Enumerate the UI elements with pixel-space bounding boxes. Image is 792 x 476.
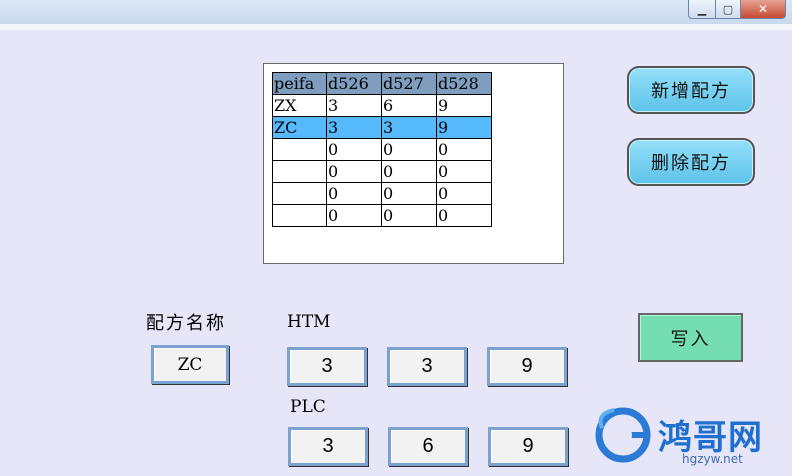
table-cell[interactable] xyxy=(272,138,327,161)
table-row[interactable]: 000 xyxy=(272,138,492,161)
plc-label: PLC xyxy=(290,397,326,417)
minimize-icon: ▁ xyxy=(697,2,707,16)
table-cell[interactable]: ZC xyxy=(272,116,327,139)
recipe-table-panel: peifa d526 d527 d528 ZX 3 6 9 ZC 3 3 9 0 0 0 0 0 0 0 0 0… xyxy=(263,63,564,264)
watermark: 鸿哥网 hgzyw.net xyxy=(594,404,784,474)
minimize-button[interactable]: ▁ xyxy=(688,0,716,19)
table-cell[interactable]: 0 xyxy=(436,182,492,205)
table-cell[interactable]: 0 xyxy=(326,204,382,227)
htm-label: HTM xyxy=(287,312,331,332)
column-header[interactable]: d526 xyxy=(326,72,382,95)
table-cell[interactable]: 0 xyxy=(381,138,437,161)
watermark-url: hgzyw.net xyxy=(682,452,743,466)
recipe-table[interactable]: peifa d526 d527 d528 ZX 3 6 9 ZC 3 3 9 0 0 0 0 0 0 0 0 0… xyxy=(272,72,492,227)
table-cell[interactable]: 0 xyxy=(326,182,382,205)
recipe-name-field[interactable]: ZC xyxy=(151,345,229,384)
htm-d527-field[interactable]: 3 xyxy=(387,347,467,386)
htm-d526-field[interactable]: 3 xyxy=(287,347,367,386)
delete-recipe-button[interactable]: 删除配方 xyxy=(627,138,755,186)
table-cell[interactable]: 0 xyxy=(436,160,492,183)
htm-d528-field[interactable]: 9 xyxy=(487,347,567,386)
plc-d526-field: 3 xyxy=(288,427,368,466)
close-icon: ✕ xyxy=(757,2,769,16)
table-row[interactable]: 000 xyxy=(272,204,492,227)
table-cell[interactable]: 9 xyxy=(436,116,492,139)
column-header[interactable]: d527 xyxy=(381,72,437,95)
table-row[interactable]: 000 xyxy=(272,160,492,183)
table-row[interactable]: 000 xyxy=(272,182,492,205)
table-cell[interactable]: 0 xyxy=(326,138,382,161)
maximize-icon: ▢ xyxy=(722,2,734,16)
table-row[interactable]: ZC 3 3 9 xyxy=(272,116,492,139)
table-cell[interactable]: 3 xyxy=(326,94,382,117)
table-cell[interactable]: 0 xyxy=(436,138,492,161)
recipe-name-label: 配方名称 xyxy=(146,313,226,334)
table-cell[interactable]: 0 xyxy=(381,160,437,183)
column-header[interactable]: peifa xyxy=(272,72,327,95)
column-header[interactable]: d528 xyxy=(436,72,492,95)
watermark-logo-icon xyxy=(595,407,651,463)
table-cell[interactable] xyxy=(272,204,327,227)
close-button[interactable]: ✕ xyxy=(741,0,786,19)
table-cell[interactable]: 0 xyxy=(326,160,382,183)
table-cell[interactable]: 9 xyxy=(436,94,492,117)
plc-d527-field: 6 xyxy=(388,427,468,466)
table-cell[interactable]: 6 xyxy=(381,94,437,117)
table-cell[interactable]: 0 xyxy=(381,182,437,205)
add-recipe-button[interactable]: 新增配方 xyxy=(627,66,755,114)
table-cell[interactable] xyxy=(272,182,327,205)
table-cell[interactable] xyxy=(272,160,327,183)
table-cell[interactable]: 0 xyxy=(381,204,437,227)
maximize-button[interactable]: ▢ xyxy=(716,0,741,19)
table-cell[interactable]: 3 xyxy=(381,116,437,139)
window-controls: ▁ ▢ ✕ xyxy=(688,0,786,19)
title-bar: ▁ ▢ ✕ xyxy=(0,0,792,30)
table-cell[interactable]: ZX xyxy=(272,94,327,117)
table-cell[interactable]: 3 xyxy=(326,116,382,139)
table-row[interactable]: ZX 3 6 9 xyxy=(272,94,492,117)
table-cell[interactable]: 0 xyxy=(436,204,492,227)
plc-d528-field: 9 xyxy=(488,427,568,466)
table-header-row: peifa d526 d527 d528 xyxy=(272,72,492,95)
write-button[interactable]: 写入 xyxy=(638,313,743,362)
